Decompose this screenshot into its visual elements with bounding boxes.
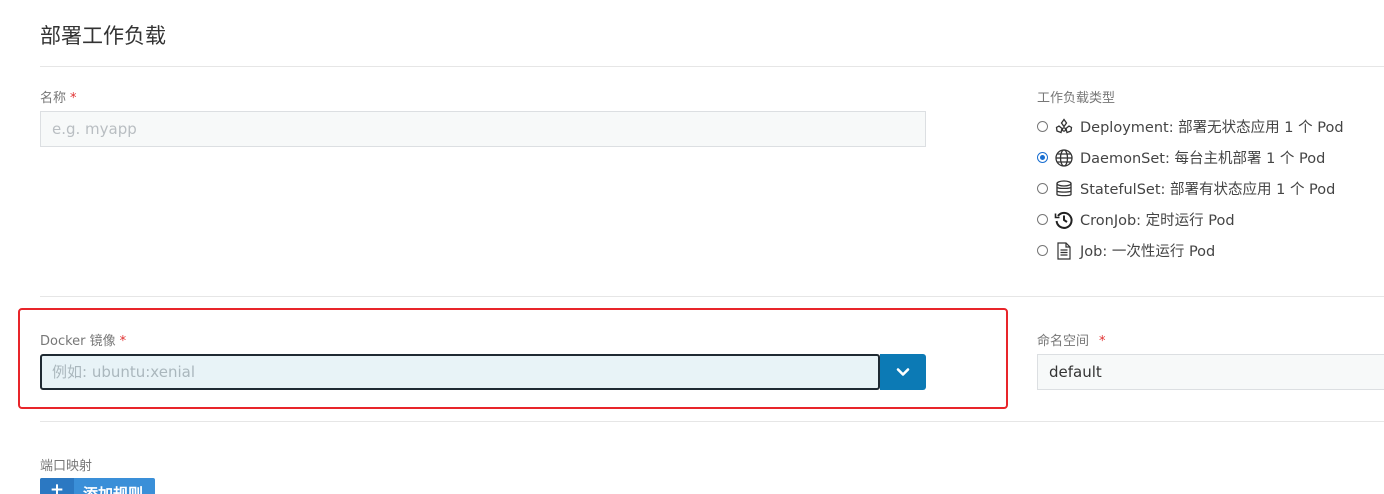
docker-image-label: Docker 镜像 * — [40, 330, 126, 349]
deployment-icon — [1054, 117, 1074, 137]
port-mapping-label: 端口映射 — [40, 459, 93, 474]
document-icon — [1054, 241, 1074, 261]
radio-option-statefulset[interactable]: StatefulSet: 部署有状态应用 1 个 Pod — [1037, 173, 1344, 204]
radio-option-deployment[interactable]: Deployment: 部署无状态应用 1 个 Pod — [1037, 111, 1344, 142]
radio-option-label: Job: 一次性运行 Pod — [1080, 244, 1216, 260]
name-label: 名称 * — [40, 87, 77, 106]
add-rule-button[interactable]: + 添加规则 — [40, 478, 155, 494]
docker-image-input[interactable] — [40, 354, 880, 390]
name-input[interactable] — [40, 111, 926, 147]
radio-button-checked[interactable] — [1037, 152, 1048, 163]
plus-icon: + — [40, 478, 74, 494]
radio-button[interactable] — [1037, 214, 1048, 225]
required-mark: * — [1099, 334, 1106, 349]
image-dropdown-button[interactable] — [880, 354, 926, 390]
workload-type-label: 工作负载类型 — [1037, 91, 1116, 106]
history-clock-icon — [1054, 210, 1074, 230]
deploy-workload-page: 部署工作负载 名称* 工作负载类型 Deployment: 部署无状态应用 1 … — [0, 0, 1384, 494]
radio-option-label: DaemonSet: 每台主机部署 1 个 Pod — [1080, 151, 1326, 167]
globe-icon — [1054, 148, 1074, 168]
radio-option-label: StatefulSet: 部署有状态应用 1 个 Pod — [1080, 182, 1336, 198]
radio-button[interactable] — [1037, 245, 1048, 256]
radio-option-label: CronJob: 定时运行 Pod — [1080, 213, 1235, 229]
page-title: 部署工作负载 — [40, 24, 166, 48]
title-divider — [40, 66, 1384, 67]
database-icon — [1054, 179, 1074, 199]
required-mark: * — [119, 334, 127, 349]
radio-option-job[interactable]: Job: 一次性运行 Pod — [1037, 235, 1344, 266]
namespace-input[interactable] — [1037, 354, 1384, 390]
required-mark: * — [70, 91, 77, 106]
name-label-text: 名称 — [40, 91, 67, 106]
radio-button[interactable] — [1037, 121, 1048, 132]
workload-type-radio-group: Deployment: 部署无状态应用 1 个 Pod DaemonSet: 每… — [1037, 111, 1344, 266]
radio-option-daemonset[interactable]: DaemonSet: 每台主机部署 1 个 Pod — [1037, 142, 1344, 173]
chevron-down-icon — [895, 364, 911, 380]
namespace-label: 命名空间 * — [1037, 330, 1106, 349]
radio-option-cronjob[interactable]: CronJob: 定时运行 Pod — [1037, 204, 1344, 235]
section-divider — [40, 296, 1384, 297]
namespace-label-text: 命名空间 — [1037, 334, 1090, 349]
radio-option-label: Deployment: 部署无状态应用 1 个 Pod — [1080, 120, 1344, 136]
add-rule-label: 添加规则 — [83, 485, 144, 494]
docker-image-label-text: Docker 镜像 — [40, 334, 116, 349]
section-divider — [40, 421, 1384, 422]
radio-button[interactable] — [1037, 183, 1048, 194]
